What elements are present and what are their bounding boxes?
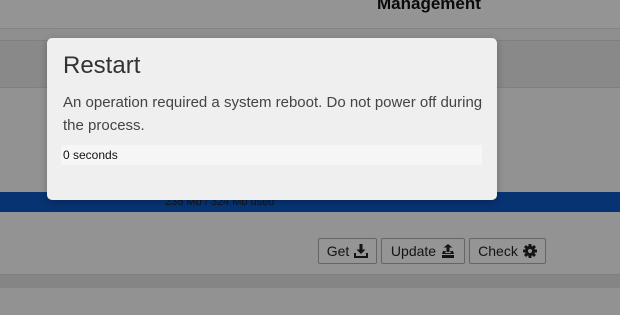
dialog-title: Restart xyxy=(63,52,141,79)
page: Management 238 Mb / 324 Mb used Get Upda… xyxy=(0,0,620,315)
restart-dialog: Restart An operation required a system r… xyxy=(47,38,497,200)
dialog-message: An operation required a system reboot. D… xyxy=(63,94,483,134)
countdown-text: 0 seconds xyxy=(63,148,118,162)
countdown-box: 0 seconds xyxy=(61,145,482,165)
